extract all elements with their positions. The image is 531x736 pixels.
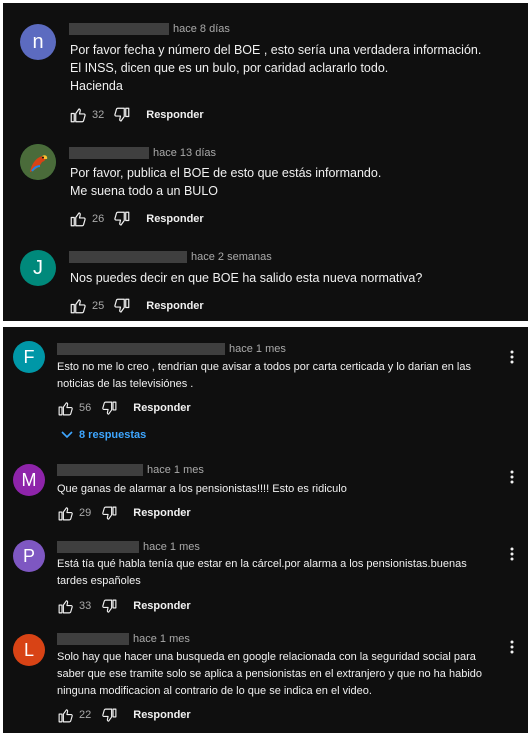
- avatar-letter: P: [22, 545, 35, 566]
- comment-text: Nos puedes decir en que BOE ha salido es…: [70, 269, 510, 287]
- comment-line: Está tía qué habla tenía que estar en la…: [57, 558, 467, 570]
- dislike-icon[interactable]: [99, 503, 119, 523]
- reply-button[interactable]: Responder: [146, 213, 203, 225]
- reply-button[interactable]: Responder: [133, 600, 190, 612]
- comment-line: El INSS, dicen que es un bulo, por carid…: [70, 61, 389, 75]
- comment-time[interactable]: hace 8 días: [173, 23, 230, 35]
- avatar[interactable]: M: [13, 464, 45, 496]
- replies-count: 8 respuestas: [79, 429, 147, 441]
- comment-text: Esto no me lo creo , tendrian que avisar…: [57, 359, 507, 393]
- comment-actions: 56 Responder: [55, 398, 191, 418]
- redacted-author: [57, 343, 225, 355]
- like-count: 33: [79, 600, 92, 612]
- like-count: 22: [79, 709, 92, 721]
- like-count: 29: [79, 507, 92, 519]
- dislike-icon[interactable]: [112, 296, 132, 316]
- redacted-author: [69, 147, 149, 159]
- like-count: 56: [79, 402, 92, 414]
- redacted-author: [57, 541, 139, 553]
- parrot-avatar-icon: [20, 144, 56, 180]
- comment-line: Solo hay que hacer una busqueda en googl…: [57, 651, 476, 663]
- comment-actions: 25 Responder: [68, 296, 204, 316]
- comment-time[interactable]: hace 1 mes: [147, 464, 204, 476]
- comment-line: Por favor fecha y número del BOE , esto …: [70, 43, 482, 57]
- chevron-down-icon: [61, 431, 73, 439]
- dislike-icon[interactable]: [112, 105, 132, 125]
- avatar-letter: J: [33, 256, 43, 279]
- comment-text: Por favor fecha y número del BOE , esto …: [70, 41, 510, 95]
- comment-meta: hace 1 mes: [57, 540, 200, 554]
- avatar[interactable]: F: [13, 341, 45, 373]
- comment-actions: 22 Responder: [55, 705, 191, 725]
- reply-button[interactable]: Responder: [133, 709, 190, 721]
- like-icon[interactable]: [68, 105, 88, 125]
- comment-line: Me suena todo a un BULO: [70, 184, 219, 198]
- comments-panel-top: n hace 8 días Por favor fecha y número d…: [3, 3, 528, 321]
- comment-line: tardes españoles: [57, 575, 141, 587]
- like-count: 32: [92, 109, 105, 121]
- avatar-letter: M: [21, 469, 37, 490]
- comment-time[interactable]: hace 1 mes: [229, 343, 286, 355]
- comment-line: ninguna modificacion al contrario de lo …: [57, 685, 372, 697]
- like-icon[interactable]: [55, 503, 75, 523]
- dislike-icon[interactable]: [99, 596, 119, 616]
- like-icon[interactable]: [55, 398, 75, 418]
- comment-actions: 33 Responder: [55, 596, 191, 616]
- comment-line: Que ganas de alarmar a los pensionistas!…: [57, 483, 347, 495]
- comment-line: Hacienda: [70, 79, 123, 93]
- reply-button[interactable]: Responder: [133, 507, 190, 519]
- redacted-author: [69, 23, 169, 35]
- comment-line: Por favor, publica el BOE de esto que es…: [70, 166, 382, 180]
- comment-actions: 29 Responder: [55, 503, 191, 523]
- dislike-icon[interactable]: [99, 705, 119, 725]
- avatar-letter: L: [23, 639, 34, 660]
- avatar[interactable]: L: [13, 634, 45, 666]
- comment-line: saber que ese tramite solo se aplica a p…: [57, 668, 482, 680]
- redacted-author: [57, 464, 143, 476]
- like-icon[interactable]: [68, 296, 88, 316]
- like-icon[interactable]: [55, 596, 75, 616]
- comment-line: noticias de las televisiónes .: [57, 378, 194, 390]
- reply-button[interactable]: Responder: [146, 109, 203, 121]
- comment-time[interactable]: hace 2 semanas: [191, 251, 272, 263]
- avatar-letter: n: [32, 30, 44, 53]
- reply-button[interactable]: Responder: [146, 300, 203, 312]
- avatar[interactable]: J: [20, 250, 56, 286]
- comment-meta: hace 8 días: [69, 22, 230, 36]
- comment-text: Que ganas de alarmar a los pensionistas!…: [57, 481, 507, 498]
- like-icon[interactable]: [55, 705, 75, 725]
- comment-meta: hace 13 días: [69, 146, 216, 160]
- comment-text: Solo hay que hacer una busqueda en googl…: [57, 649, 512, 700]
- like-icon[interactable]: [68, 209, 88, 229]
- comment-meta: hace 1 mes: [57, 632, 190, 646]
- comment-line: Nos puedes decir en que BOE ha salido es…: [70, 271, 423, 285]
- redacted-author: [69, 251, 187, 263]
- comment-meta: hace 1 mes: [57, 463, 204, 477]
- comment-time[interactable]: hace 1 mes: [143, 541, 200, 553]
- avatar[interactable]: [20, 144, 56, 180]
- comment-meta: hace 2 semanas: [69, 250, 272, 264]
- comment-text: Está tía qué habla tenía que estar en la…: [57, 556, 507, 590]
- dislike-icon[interactable]: [112, 209, 132, 229]
- comment-time[interactable]: hace 1 mes: [133, 633, 190, 645]
- comment-actions: 26 Responder: [68, 209, 204, 229]
- dislike-icon[interactable]: [99, 398, 119, 418]
- like-count: 26: [92, 213, 105, 225]
- redacted-author: [57, 633, 129, 645]
- comment-line: Esto no me lo creo , tendrian que avisar…: [57, 361, 471, 373]
- reply-button[interactable]: Responder: [133, 402, 190, 414]
- like-count: 25: [92, 300, 105, 312]
- view-replies-button[interactable]: 8 respuestas: [61, 429, 146, 441]
- comment-time[interactable]: hace 13 días: [153, 147, 216, 159]
- avatar-letter: F: [23, 346, 35, 367]
- comment-actions: 32 Responder: [68, 105, 204, 125]
- comment-text: Por favor, publica el BOE de esto que es…: [70, 164, 510, 200]
- avatar[interactable]: P: [13, 540, 45, 572]
- comments-panel-bottom: F hace 1 mes Esto no me lo creo , tendri…: [3, 327, 528, 733]
- avatar[interactable]: n: [20, 24, 56, 60]
- comment-meta: hace 1 mes: [57, 342, 286, 356]
